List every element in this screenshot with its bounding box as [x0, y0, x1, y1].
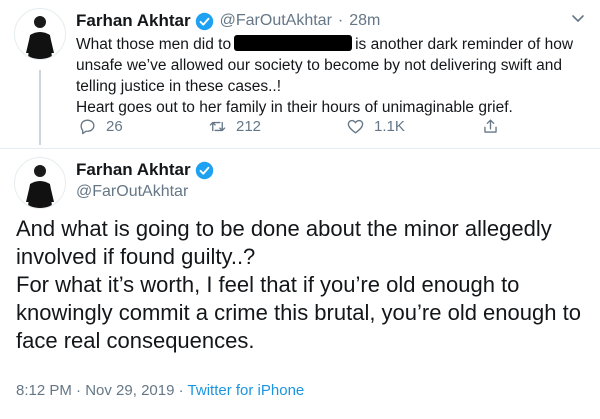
- tweet-time[interactable]: 28m: [349, 12, 380, 30]
- reply-button[interactable]: 26: [78, 117, 123, 136]
- tweet-text: What those men did to is another dark rem…: [76, 34, 586, 118]
- reply-count: 26: [106, 118, 123, 135]
- tweet-date[interactable]: Nov 29, 2019: [85, 382, 174, 399]
- author-name[interactable]: Farhan Akhtar: [76, 11, 191, 31]
- tweet-text: And what is going to be done about the m…: [16, 215, 591, 355]
- retweet-icon: [209, 121, 226, 132]
- reply-icon: [80, 119, 95, 135]
- share-button[interactable]: [481, 117, 509, 136]
- thread-line: [39, 70, 41, 145]
- author-name[interactable]: Farhan Akhtar: [76, 160, 191, 180]
- tweet-text-body: unsafe we’ve allowed our society to beco…: [76, 57, 562, 95]
- separator-dot: ·: [337, 12, 344, 29]
- tweet-source-link[interactable]: Twitter for iPhone: [188, 382, 305, 399]
- author-handle[interactable]: @FarOutAkhtar: [220, 12, 332, 30]
- tweet-text-line1-before: What those men did to: [76, 36, 232, 53]
- separator-dot: ·: [76, 382, 82, 399]
- retweet-button[interactable]: 212: [208, 117, 261, 136]
- verified-badge-icon: [195, 12, 213, 30]
- like-count: 1.1K: [374, 118, 405, 135]
- chevron-down-icon[interactable]: [570, 10, 586, 26]
- tweet-timestamp[interactable]: 8:12 PM: [16, 382, 72, 399]
- tweet-header: Farhan Akhtar @FarOutAkhtar · 28m: [76, 11, 380, 31]
- tweet-text-paragraph: For what it’s worth, I feel that if you’…: [16, 272, 581, 353]
- share-icon: [484, 119, 497, 133]
- heart-icon: [347, 119, 364, 134]
- tweet-text-paragraph: And what is going to be done about the m…: [16, 216, 552, 269]
- avatar[interactable]: [14, 157, 66, 209]
- author-handle[interactable]: @FarOutAkhtar: [76, 183, 188, 201]
- tweet-actions: 26 212 1.1K: [78, 117, 508, 141]
- redacted-mention: [234, 35, 353, 51]
- tweet-text-line4: Heart goes out to her family in their ho…: [76, 99, 513, 116]
- divider: [0, 148, 600, 149]
- separator-dot: ·: [178, 382, 184, 399]
- verified-badge-icon: [195, 161, 213, 179]
- retweet-count: 212: [236, 118, 262, 135]
- tweet-meta: 8:12 PM · Nov 29, 2019 · Twitter for iPh…: [16, 382, 304, 399]
- like-button[interactable]: 1.1K: [346, 117, 405, 136]
- tweet-text-line1-after: is another dark reminder of how: [355, 36, 574, 53]
- tweet-header: Farhan Akhtar: [76, 160, 214, 180]
- avatar[interactable]: [14, 8, 66, 60]
